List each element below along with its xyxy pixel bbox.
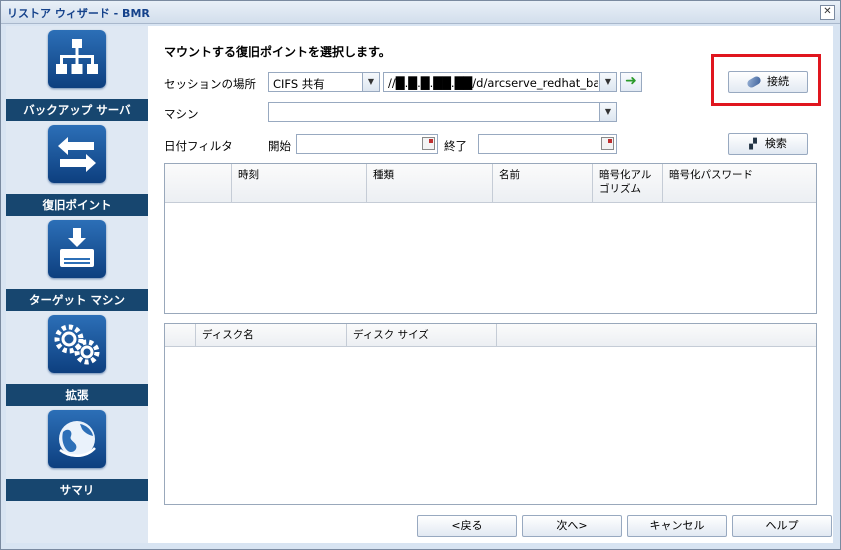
close-icon[interactable]: ✕ xyxy=(820,5,835,20)
go-arrow-button[interactable]: ➜ xyxy=(620,72,642,92)
binoculars-icon: ▞ xyxy=(749,139,757,150)
column-select[interactable] xyxy=(165,164,232,202)
machine-label: マシン xyxy=(164,107,199,121)
sidebar-item-label: 拡張 xyxy=(6,384,148,406)
highlight-box xyxy=(711,54,821,106)
back-button[interactable]: <戻る xyxy=(417,515,517,537)
start-date-field[interactable] xyxy=(296,134,438,154)
column-encryption-algorithm[interactable]: 暗号化アル ゴリズム xyxy=(593,164,663,202)
column-select[interactable] xyxy=(165,324,196,346)
window-title: リストア ウィザード - BMR xyxy=(7,7,150,20)
grid-header: 時刻 種類 名前 暗号化アル ゴリズム 暗号化パスワード xyxy=(165,164,816,203)
sidebar-item-summary[interactable]: サマリ xyxy=(6,406,148,501)
column-disk-name[interactable]: ディスク名 xyxy=(196,324,347,346)
disk-download-icon xyxy=(48,220,106,278)
sidebar-item-backup-server[interactable]: バックアップ サーバ xyxy=(6,26,148,121)
disk-grid[interactable]: ディスク名 ディスク サイズ xyxy=(164,323,817,505)
column-type[interactable]: 種類 xyxy=(367,164,493,202)
column-time[interactable]: 時刻 xyxy=(232,164,367,202)
session-type-value: CIFS 共有 xyxy=(273,77,325,91)
session-path-value: //█.█.█.██.██/d/arcserve_redhat_backu xyxy=(388,76,598,90)
help-button[interactable]: ヘルプ xyxy=(732,515,832,537)
search-label: 検索 xyxy=(764,137,787,150)
machine-select[interactable]: ▼ xyxy=(268,102,617,122)
sidebar-item-label: サマリ xyxy=(6,479,148,501)
network-tree-icon xyxy=(48,30,106,88)
sidebar-item-advanced[interactable]: 拡張 xyxy=(6,311,148,406)
grid-header: ディスク名 ディスク サイズ xyxy=(165,324,816,347)
start-label: 開始 xyxy=(268,139,291,153)
end-date-field[interactable] xyxy=(478,134,617,154)
calendar-icon[interactable] xyxy=(601,137,614,150)
globe-icon xyxy=(48,410,106,468)
arrow-right-icon: ➜ xyxy=(625,73,637,89)
sidebar-item-target-machine[interactable]: ターゲット マシン xyxy=(6,216,148,311)
recovery-point-grid[interactable]: 時刻 種類 名前 暗号化アル ゴリズム 暗号化パスワード xyxy=(164,163,817,314)
gears-icon xyxy=(48,315,106,373)
column-name[interactable]: 名前 xyxy=(493,164,593,202)
search-button[interactable]: ▞ 検索 xyxy=(728,133,808,155)
session-path-combo[interactable]: //█.█.█.██.██/d/arcserve_redhat_backu ▼ xyxy=(383,72,617,92)
title-bar: リストア ウィザード - BMR ✕ xyxy=(1,1,840,24)
sidebar-item-label: 復旧ポイント xyxy=(6,194,148,216)
column-encryption-password[interactable]: 暗号化パスワード xyxy=(663,164,816,202)
date-filter-label: 日付フィルタ xyxy=(164,139,233,153)
next-button[interactable]: 次へ> xyxy=(522,515,622,537)
session-type-select[interactable]: CIFS 共有 ▼ xyxy=(268,72,380,92)
sidebar-item-label: ターゲット マシン xyxy=(6,289,148,311)
page-title: マウントする復旧ポイントを選択します。 xyxy=(164,45,391,59)
column-filler xyxy=(497,324,816,346)
calendar-icon[interactable] xyxy=(422,137,435,150)
sidebar: バックアップ サーバ 復旧ポイント ターゲット マシン 拡張 サマリ xyxy=(6,26,148,543)
cancel-button[interactable]: キャンセル xyxy=(627,515,727,537)
swap-arrows-icon xyxy=(48,125,106,183)
sidebar-item-recovery-point[interactable]: 復旧ポイント xyxy=(6,121,148,216)
chevron-down-icon[interactable]: ▼ xyxy=(599,73,616,91)
column-disk-size[interactable]: ディスク サイズ xyxy=(347,324,497,346)
chevron-down-icon[interactable]: ▼ xyxy=(599,103,616,121)
chevron-down-icon[interactable]: ▼ xyxy=(362,73,379,91)
session-location-label: セッションの場所 xyxy=(164,77,256,91)
sidebar-item-label: バックアップ サーバ xyxy=(6,99,148,121)
end-label: 終了 xyxy=(444,139,467,153)
